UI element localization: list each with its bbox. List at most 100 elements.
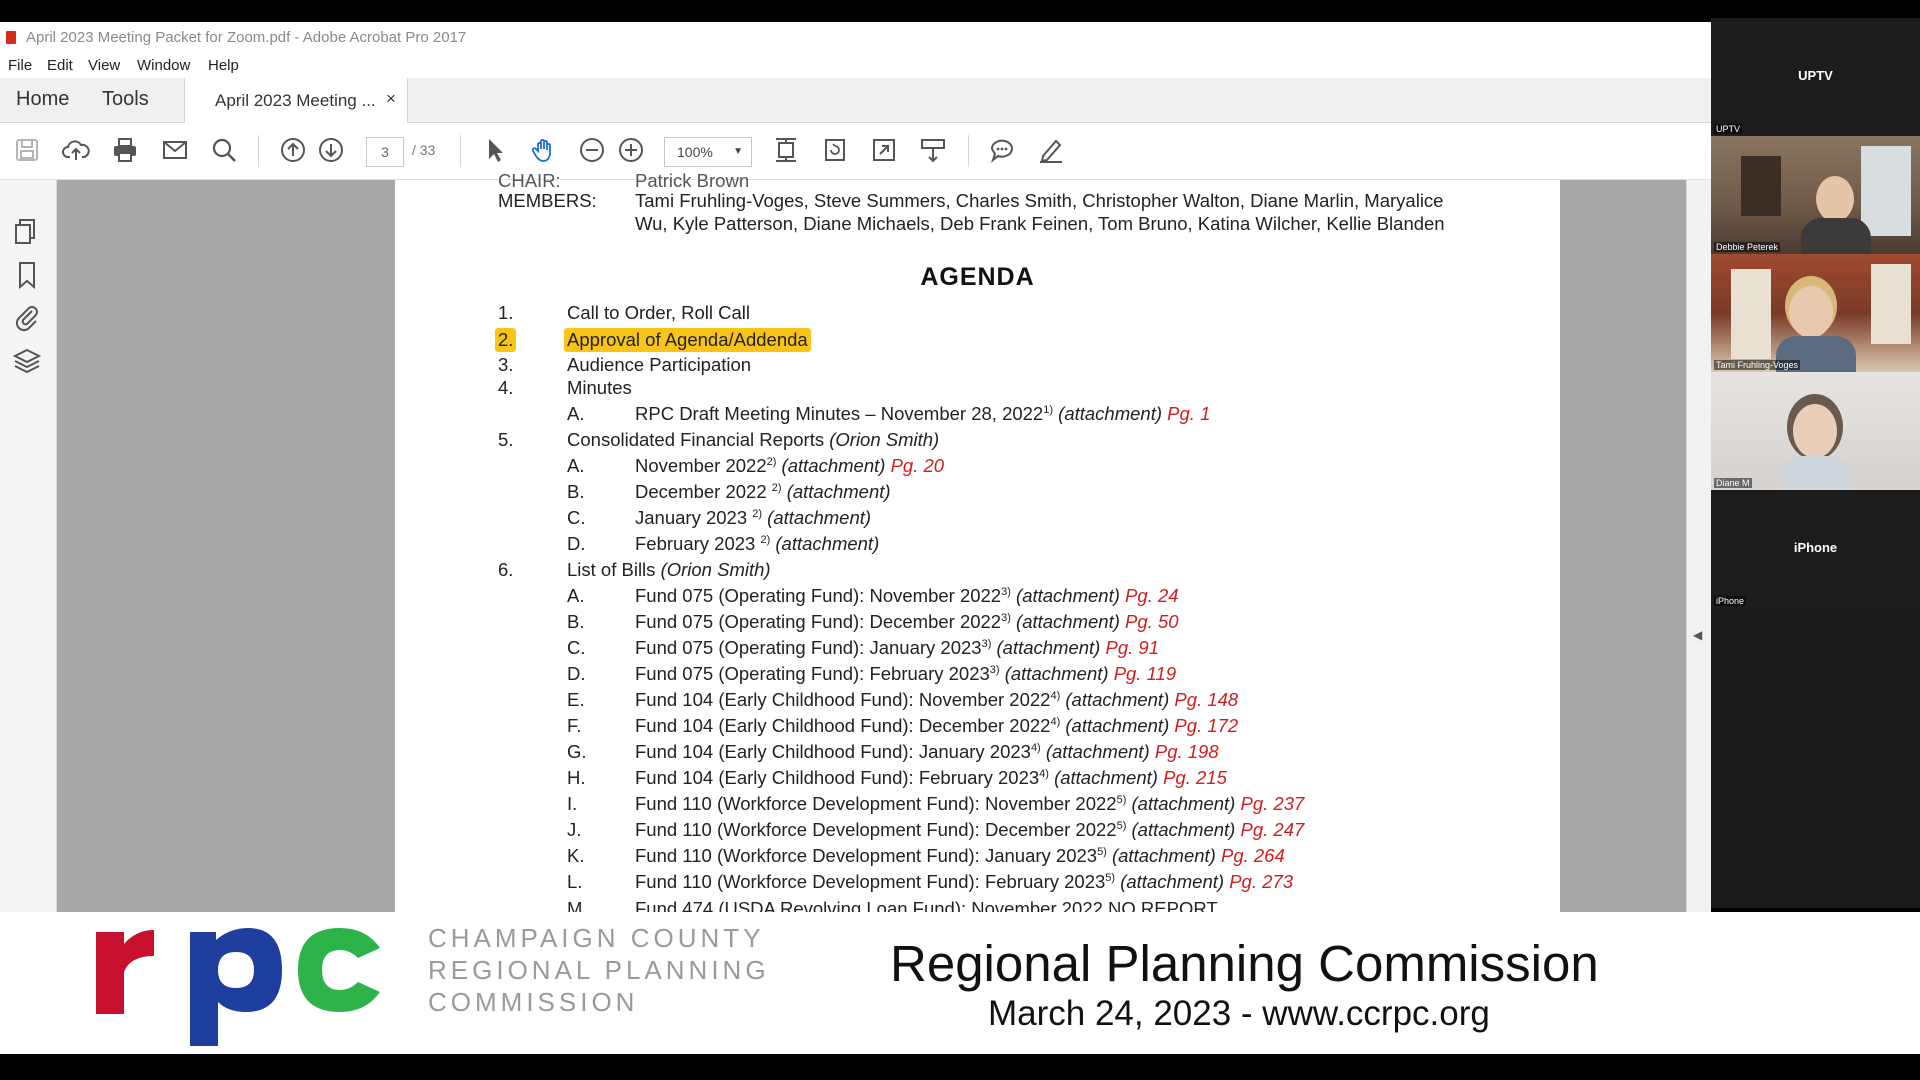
- banner-subtitle: March 24, 2023 - www.ccrpc.org: [988, 994, 1490, 1033]
- scroll-mode-icon[interactable]: [916, 133, 950, 167]
- zoom-in-icon[interactable]: [614, 133, 648, 167]
- page-number-input[interactable]: 3: [366, 137, 404, 167]
- subitem-line: Fund 110 (Workforce Development Fund): D…: [635, 819, 1305, 840]
- close-tab-icon[interactable]: ×: [386, 89, 396, 109]
- participant-center-name: iPhone: [1793, 540, 1838, 555]
- subitem-line: Fund 075 (Operating Fund): January 20233…: [635, 637, 1159, 658]
- menu-file[interactable]: File: [8, 57, 32, 74]
- subitem-letter: A.: [567, 585, 585, 606]
- bookmark-icon[interactable]: [12, 260, 42, 290]
- subitem-line: Fund 075 (Operating Fund): February 2023…: [635, 663, 1177, 684]
- page-total: / 33: [412, 142, 436, 158]
- menu-window[interactable]: Window: [137, 57, 190, 74]
- subitem-line: Fund 075 (Operating Fund): December 2022…: [635, 611, 1179, 632]
- toolbar-separator: [968, 135, 969, 167]
- subitem-line: Fund 474 (USDA Revolving Loan Fund): Nov…: [635, 898, 1218, 912]
- page-reference: Pg. 119: [1113, 663, 1177, 684]
- subitem-letter: H.: [567, 767, 586, 788]
- page-reference: Pg. 24: [1125, 585, 1179, 606]
- agenda-item-number-highlighted: 2.: [495, 328, 517, 352]
- subitem-letter: C.: [567, 507, 586, 528]
- participant-body: [1801, 218, 1871, 254]
- participant-center-name: UPTV: [1798, 68, 1833, 83]
- highlight-pen-icon[interactable]: [1034, 133, 1068, 167]
- previous-page-icon[interactable]: [276, 133, 310, 167]
- toolbar: 3 / 33 100% ▼: [0, 123, 1711, 180]
- subitem-line: Fund 110 (Workforce Development Fund): N…: [635, 793, 1305, 814]
- layers-icon[interactable]: [12, 346, 42, 376]
- agenda-item-number: 3.: [498, 354, 514, 375]
- toolbar-separator: [258, 135, 259, 167]
- participant-tile[interactable]: iPhone iPhone: [1711, 490, 1920, 608]
- participant-tile[interactable]: Debbie Peterek: [1711, 136, 1920, 254]
- subitem-line: Fund 104 (Early Childhood Fund): January…: [635, 741, 1219, 762]
- chevron-down-icon: ▼: [733, 146, 743, 157]
- print-icon[interactable]: [108, 133, 142, 167]
- menu-edit[interactable]: Edit: [47, 57, 73, 74]
- subitem-line: Fund 104 (Early Childhood Fund): Decembe…: [635, 715, 1239, 736]
- page-reference: Pg. 20: [890, 455, 945, 476]
- video-background-window: [1871, 264, 1911, 344]
- video-background-window: [1731, 269, 1771, 359]
- subitem-letter: G.: [567, 741, 587, 762]
- subitem-letter: C.: [567, 637, 586, 658]
- broadcast-banner: CHAMPAIGN COUNTY REGIONAL PLANNING COMMI…: [0, 912, 1920, 1054]
- agenda-title: AGENDA: [920, 263, 1035, 291]
- subitem-letter: M.: [567, 898, 588, 912]
- subitem-line: Fund 110 (Workforce Development Fund): F…: [635, 871, 1293, 892]
- menu-help[interactable]: Help: [208, 57, 239, 74]
- full-screen-icon[interactable]: [867, 133, 901, 167]
- subitem-line: Fund 075 (Operating Fund): November 2022…: [635, 585, 1179, 606]
- email-icon[interactable]: [158, 133, 192, 167]
- agenda-item-text: Consolidated Financial Reports (Orion Sm…: [567, 429, 940, 450]
- upload-cloud-icon[interactable]: [59, 133, 93, 167]
- zoom-level-value: 100%: [677, 144, 713, 160]
- search-icon[interactable]: [207, 133, 241, 167]
- hand-tool-icon[interactable]: [527, 133, 561, 167]
- page-thumbnails-icon[interactable]: [12, 217, 42, 247]
- participant-name: Tami Fruhling-Voges: [1714, 360, 1801, 370]
- menu-view[interactable]: View: [88, 57, 120, 74]
- rotate-view-icon[interactable]: [818, 133, 852, 167]
- acrobat-window: April 2023 Meeting Packet for Zoom.pdf -…: [0, 22, 1711, 912]
- organization-name-line: CHAMPAIGN COUNTY: [428, 923, 765, 953]
- zoom-level-select[interactable]: 100% ▼: [664, 137, 752, 167]
- page-reference: Pg. 237: [1240, 793, 1305, 814]
- page-reference: Pg. 148: [1174, 689, 1239, 710]
- comment-icon[interactable]: [985, 133, 1019, 167]
- tab-document[interactable]: April 2023 Meeting ... ×: [184, 78, 408, 123]
- menu-bar: File Edit View Window Help: [0, 54, 1711, 78]
- members-line-1: Tami Fruhling-Voges, Steve Summers, Char…: [635, 190, 1444, 211]
- title-bar: April 2023 Meeting Packet for Zoom.pdf -…: [0, 22, 1711, 54]
- expand-pane-icon[interactable]: ◀: [1693, 628, 1702, 642]
- participant-face: [1816, 176, 1854, 222]
- participant-tile[interactable]: Diane M: [1711, 372, 1920, 490]
- document-area: CHAIR: Patrick Brown MEMBERS: Tami Fruhl…: [57, 170, 1711, 912]
- subitem-letter: J.: [567, 819, 582, 840]
- participant-name: UPTV: [1714, 124, 1743, 134]
- participant-tile[interactable]: Tami Fruhling-Voges: [1711, 254, 1920, 372]
- page-reference: Pg. 172: [1174, 715, 1239, 736]
- organization-name-line: COMMISSION: [428, 987, 639, 1017]
- select-cursor-icon[interactable]: [478, 133, 512, 167]
- agenda-item-text-highlighted: Approval of Agenda/Addenda: [564, 328, 811, 352]
- window-title: April 2023 Meeting Packet for Zoom.pdf -…: [26, 29, 467, 46]
- fit-page-icon[interactable]: [769, 133, 803, 167]
- paperclip-icon[interactable]: [12, 302, 42, 332]
- tab-tools[interactable]: Tools: [102, 88, 149, 111]
- subitem-letter: B.: [567, 481, 585, 502]
- zoom-out-icon[interactable]: [575, 133, 609, 167]
- chair-name: Patrick Brown: [635, 170, 750, 191]
- pdf-page: CHAIR: Patrick Brown MEMBERS: Tami Fruhl…: [395, 170, 1560, 912]
- participant-name: iPhone: [1714, 596, 1747, 606]
- agenda-item-number: 6.: [498, 559, 514, 580]
- subitem-line: Fund 104 (Early Childhood Fund): Novembe…: [635, 689, 1239, 710]
- next-page-icon[interactable]: [314, 133, 348, 167]
- document-tab-label: April 2023 Meeting ...: [215, 91, 376, 110]
- pdf-icon: [6, 31, 16, 44]
- tab-home[interactable]: Home: [16, 88, 69, 111]
- participant-tile[interactable]: UPTV UPTV: [1711, 18, 1920, 136]
- participant-name: Debbie Peterek: [1714, 242, 1781, 252]
- save-icon[interactable]: [10, 133, 44, 167]
- subitem-letter: F.: [567, 715, 582, 736]
